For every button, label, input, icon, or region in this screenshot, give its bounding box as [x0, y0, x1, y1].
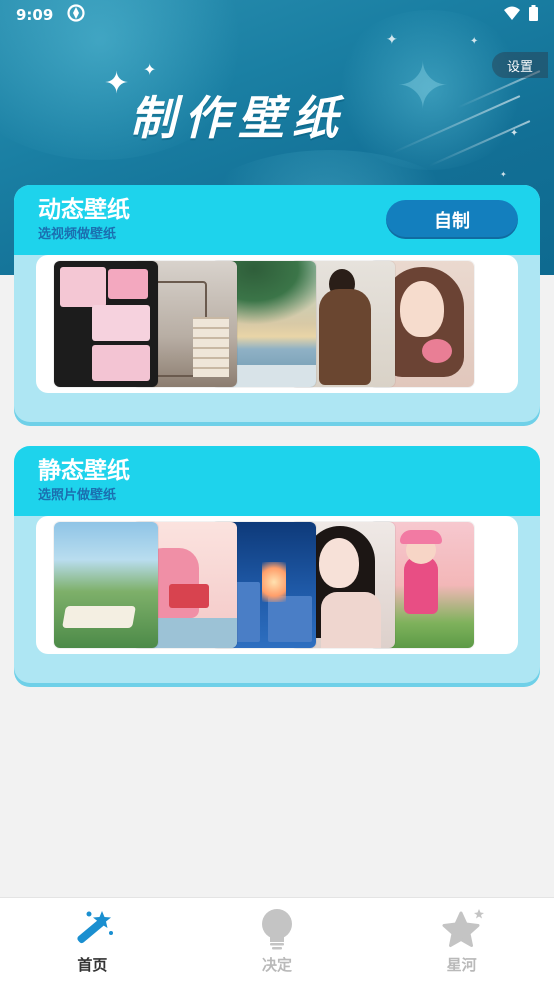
star-icon	[438, 906, 486, 952]
sync-icon	[67, 4, 85, 26]
wallpaper-gallery	[36, 255, 518, 393]
nav-item-decide[interactable]: 决定	[185, 898, 370, 986]
bottom-navigation: 首页 决定 星河	[0, 897, 554, 986]
nav-label: 首页	[77, 956, 108, 974]
card-header: 静态壁纸 选照片做壁纸	[14, 446, 540, 516]
card-header: 动态壁纸 选视频做壁纸 自制	[14, 185, 540, 255]
wallpaper-thumbnail[interactable]	[54, 261, 158, 387]
card-title: 静态壁纸	[38, 458, 130, 484]
status-bar: 9:09	[0, 0, 554, 30]
nav-item-galaxy[interactable]: 星河	[369, 898, 554, 986]
wallpaper-thumbnail[interactable]	[54, 522, 158, 648]
nav-label: 决定	[262, 956, 293, 974]
settings-button[interactable]: 设置	[492, 52, 548, 78]
nav-label: 星河	[446, 956, 477, 974]
magic-wand-icon	[68, 906, 116, 952]
sparkle-icon: ✦	[104, 66, 130, 101]
status-time: 9:09	[16, 6, 54, 24]
battery-icon	[529, 5, 538, 25]
sparkle-icon: ✦	[143, 60, 157, 79]
static-wallpaper-card[interactable]: 静态壁纸 选照片做壁纸	[14, 446, 540, 683]
lightbulb-icon	[253, 906, 301, 952]
page-title: 制作壁纸	[130, 91, 346, 145]
nav-item-home[interactable]: 首页	[0, 898, 185, 986]
card-subtitle: 选照片做壁纸	[38, 488, 117, 503]
dynamic-wallpaper-card[interactable]: 动态壁纸 选视频做壁纸 自制	[14, 185, 540, 422]
wifi-icon	[503, 5, 521, 25]
wallpaper-gallery	[36, 516, 518, 654]
custom-make-button[interactable]: 自制	[386, 200, 518, 239]
